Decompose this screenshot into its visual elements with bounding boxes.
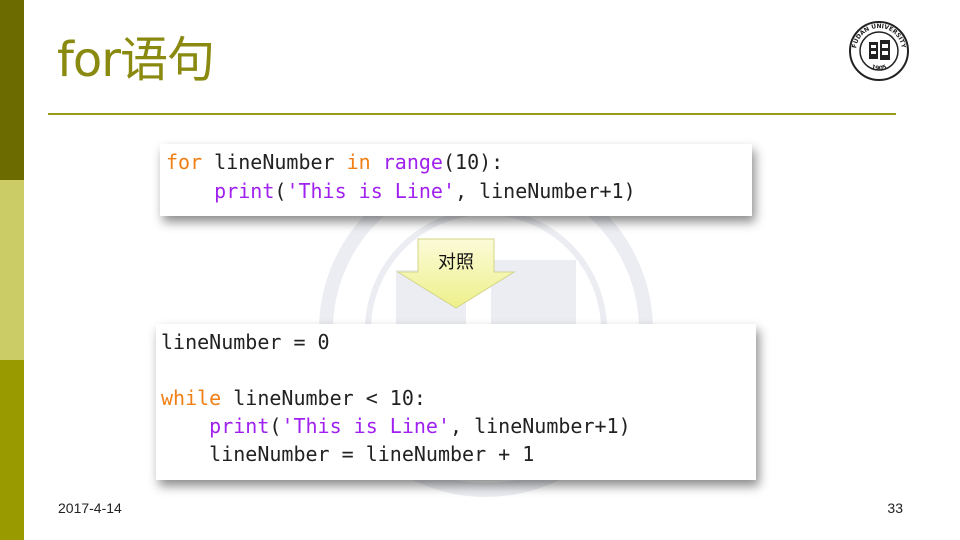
slide-title: for语句 bbox=[57, 32, 215, 88]
code-line: while lineNumber < 10: bbox=[161, 384, 756, 412]
sidebar-band-top bbox=[0, 0, 24, 180]
code-line: print('This is Line', lineNumber+1) bbox=[161, 412, 756, 440]
code-text: ( bbox=[274, 179, 287, 203]
keyword-in: in bbox=[346, 150, 371, 174]
builtin-print: print bbox=[209, 414, 270, 438]
keyword-for: for bbox=[166, 150, 203, 174]
title-divider bbox=[48, 113, 896, 115]
code-text: lineNumber < 10: bbox=[221, 386, 426, 410]
slide-page-number: 33 bbox=[887, 500, 903, 516]
code-text: lineNumber bbox=[202, 150, 347, 174]
builtin-print: print bbox=[214, 179, 275, 203]
code-line: lineNumber = 0 bbox=[161, 330, 330, 354]
code-text: , lineNumber+1) bbox=[455, 179, 636, 203]
while-loop-code-block: lineNumber = 0 while lineNumber < 10: pri… bbox=[156, 324, 756, 480]
code-text: ( bbox=[269, 414, 282, 438]
fudan-university-logo: FUDAN UNIVERSITY 1905 bbox=[849, 21, 909, 81]
for-loop-code-block: for lineNumber in range(10): print('This… bbox=[160, 144, 752, 216]
code-line: lineNumber = lineNumber + 1 bbox=[161, 442, 535, 466]
sidebar-band-bottom bbox=[0, 360, 24, 540]
code-text: (10): bbox=[442, 150, 504, 174]
sidebar-band-middle bbox=[0, 180, 24, 360]
code-text: , lineNumber+1) bbox=[450, 414, 631, 438]
keyword-while: while bbox=[161, 386, 222, 410]
code-line: for lineNumber in range(10): bbox=[166, 148, 752, 177]
builtin-range: range bbox=[382, 150, 443, 174]
slide-date: 2017-4-14 bbox=[58, 500, 122, 516]
compare-label: 对照 bbox=[438, 252, 474, 273]
string-literal: 'This is Line' bbox=[281, 414, 451, 438]
code-line: print('This is Line', lineNumber+1) bbox=[166, 177, 752, 206]
string-literal: 'This is Line' bbox=[286, 179, 456, 203]
